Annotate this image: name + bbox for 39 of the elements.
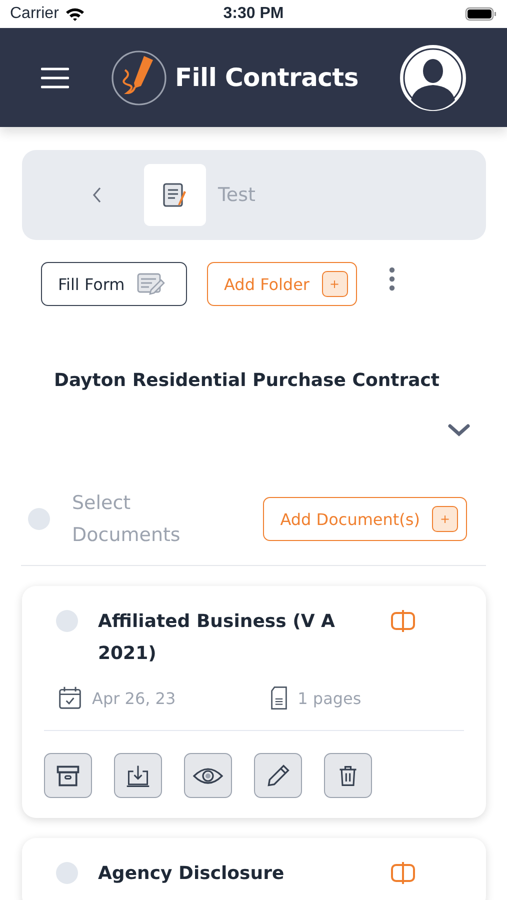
document-title: Affiliated Business (V A 2021) — [98, 610, 336, 666]
contract-title: Dayton Residential Purchase Contract — [54, 370, 441, 391]
pen-logo-icon — [111, 50, 167, 106]
split-icon[interactable] — [390, 860, 416, 886]
menu-icon[interactable] — [41, 66, 69, 88]
form-edit-icon — [136, 272, 165, 296]
page-icon — [270, 686, 288, 710]
view-button[interactable] — [184, 753, 232, 798]
delete-button[interactable] — [324, 753, 372, 798]
app-title: Fill Contracts — [175, 63, 358, 92]
add-folder-button[interactable]: Add Folder + — [207, 262, 357, 306]
select-all-checkbox[interactable] — [28, 508, 50, 530]
document-checkbox[interactable] — [56, 862, 78, 884]
document-title: Agency Disclosure — [98, 862, 286, 886]
plus-badge: + — [322, 271, 348, 297]
add-document-button[interactable]: Add Document(s) + — [263, 497, 467, 541]
page-count: 1 pages — [298, 688, 362, 708]
more-icon[interactable] — [388, 267, 395, 291]
status-time: 3:30 PM — [223, 5, 284, 23]
download-button[interactable] — [114, 753, 162, 798]
back-icon[interactable] — [92, 187, 102, 203]
trash-icon — [337, 764, 359, 788]
document-date: Apr 26, 23 — [92, 688, 176, 708]
split-icon[interactable] — [390, 608, 416, 634]
chevron-icon[interactable] — [447, 423, 471, 437]
select-documents-label: Select Documents — [72, 491, 182, 548]
document-pen-icon — [162, 181, 188, 209]
archive-button[interactable] — [44, 753, 92, 798]
carrier-label: Carrier — [10, 5, 59, 23]
wifi-icon — [64, 6, 85, 22]
battery-icon — [465, 7, 497, 21]
fill-form-button[interactable]: Fill Form — [41, 262, 187, 306]
calendar-icon — [58, 686, 82, 710]
plus-badge: + — [432, 506, 458, 532]
edit-button[interactable] — [254, 753, 302, 798]
folder-name: Test — [218, 184, 256, 206]
pencil-icon — [265, 762, 291, 788]
document-checkbox[interactable] — [56, 610, 78, 632]
avatar-icon[interactable] — [399, 44, 467, 112]
